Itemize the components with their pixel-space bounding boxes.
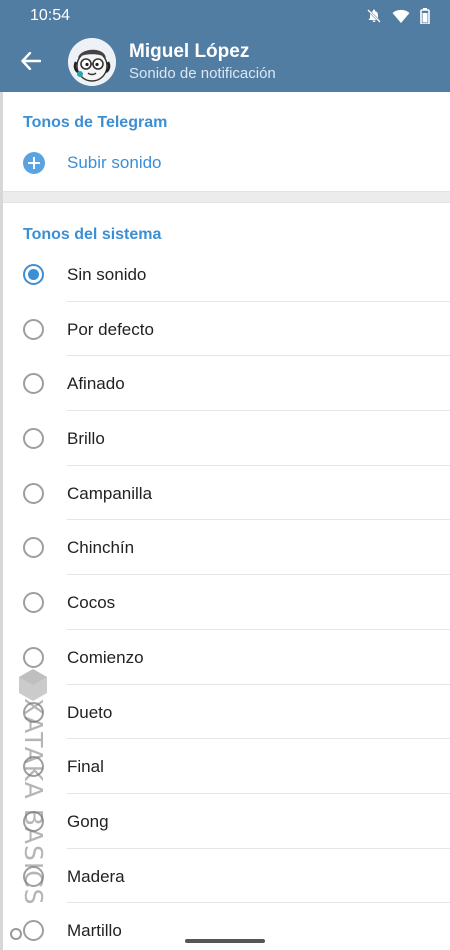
add-circle-icon bbox=[23, 152, 45, 174]
tone-row-sin-sonido[interactable]: Sin sonido bbox=[0, 247, 450, 302]
tone-label: Sin sonido bbox=[67, 265, 147, 284]
tone-label: Brillo bbox=[67, 429, 105, 449]
tone-row-madera[interactable]: Madera bbox=[0, 849, 450, 904]
tone-row-afinado[interactable]: Afinado bbox=[0, 356, 450, 412]
tone-label: Campanilla bbox=[67, 483, 153, 503]
watermark-logo-icon bbox=[19, 669, 47, 701]
tone-row-dueto[interactable]: Dueto bbox=[0, 685, 450, 740]
tone-row-gong[interactable]: Gong bbox=[0, 794, 450, 849]
back-button[interactable] bbox=[14, 44, 48, 78]
edge-handle-icon bbox=[10, 928, 22, 940]
upload-sound-label: Subir sonido bbox=[67, 153, 162, 172]
tone-row-brillo[interactable]: Brillo bbox=[0, 411, 450, 466]
wifi-icon bbox=[392, 9, 410, 24]
tone-row-por-defecto[interactable]: Por defecto bbox=[0, 302, 450, 357]
tone-row-chinchin[interactable]: Chinchín bbox=[0, 520, 450, 576]
tone-label: Chinchín bbox=[67, 538, 135, 558]
tone-label: Final bbox=[67, 757, 104, 777]
tone-label: Dueto bbox=[67, 702, 113, 722]
status-bar: 10:54 bbox=[0, 0, 450, 32]
upload-sound-button[interactable]: Subir sonido bbox=[0, 142, 450, 186]
tone-label: Madera bbox=[67, 866, 125, 886]
bell-off-icon bbox=[366, 8, 382, 24]
watermark: XATAKA BASICS bbox=[18, 668, 50, 918]
page-subtitle: Sonido de notificación bbox=[129, 65, 276, 82]
arrow-left-icon bbox=[21, 52, 41, 70]
settings-content: Tonos de Telegram Subir sonido Tonos del… bbox=[0, 92, 450, 950]
tone-row-campanilla[interactable]: Campanilla bbox=[0, 466, 450, 521]
tone-label: Cocos bbox=[67, 593, 116, 613]
tone-row-cocos[interactable]: Cocos bbox=[0, 575, 450, 630]
radio-icon bbox=[23, 920, 44, 942]
section-header-telegram: Tonos de Telegram bbox=[23, 114, 168, 131]
left-edge-bar bbox=[0, 92, 3, 950]
tone-row-comienzo[interactable]: Comienzo bbox=[0, 630, 450, 685]
radio-icon bbox=[23, 373, 44, 395]
section-header-system: Tonos del sistema bbox=[23, 226, 162, 243]
status-time: 10:54 bbox=[30, 7, 71, 24]
battery-icon bbox=[420, 8, 430, 24]
avatar-cartoon-icon bbox=[68, 38, 116, 86]
status-icons bbox=[366, 8, 430, 24]
radio-selected-icon bbox=[23, 264, 44, 285]
tone-label: Afinado bbox=[67, 374, 125, 394]
app-bar: Miguel López Sonido de notificación bbox=[0, 32, 450, 92]
radio-icon bbox=[23, 592, 44, 614]
tone-label: Comienzo bbox=[67, 647, 144, 667]
avatar[interactable] bbox=[68, 38, 116, 86]
gesture-nav-bar[interactable] bbox=[185, 939, 265, 943]
contact-name: Miguel López bbox=[129, 41, 250, 62]
tone-label: Gong bbox=[67, 811, 109, 831]
section-divider bbox=[0, 191, 450, 203]
radio-icon bbox=[23, 537, 44, 559]
radio-icon bbox=[23, 646, 44, 668]
radio-icon bbox=[23, 482, 44, 504]
radio-icon bbox=[23, 428, 44, 450]
tone-label: Por defecto bbox=[67, 319, 154, 339]
radio-icon bbox=[23, 318, 44, 340]
tone-row-final[interactable]: Final bbox=[0, 739, 450, 794]
watermark-text: XATAKA BASICS bbox=[19, 698, 48, 906]
system-tone-list: Sin sonido Por defecto Afinado Brillo Ca… bbox=[0, 247, 450, 950]
tone-label: Martillo bbox=[67, 921, 122, 941]
